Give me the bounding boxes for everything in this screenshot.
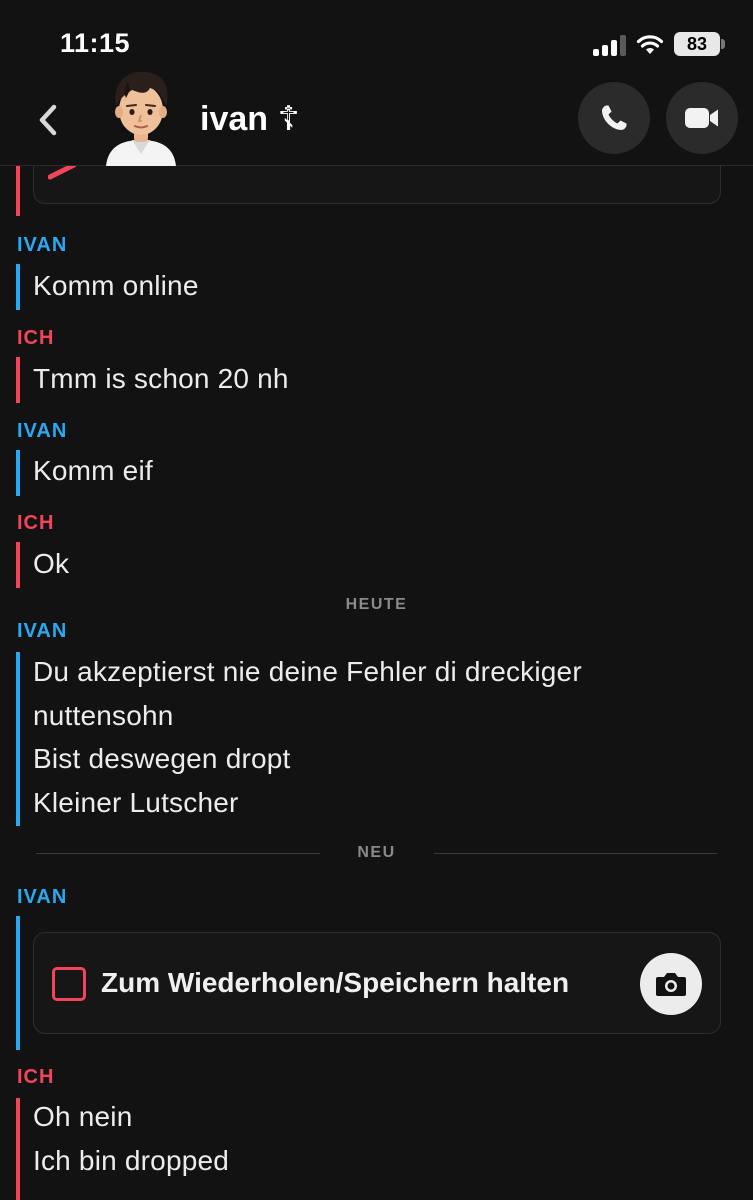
message-text[interactable]: Ich bin dropped [33,1145,229,1177]
divider-line [434,853,717,854]
message-text[interactable]: Bist deswegen dropt [33,743,291,775]
snap-label: Zum Wiederholen/Speichern halten [101,967,570,998]
video-camera-icon [685,108,718,128]
snap-arrow-icon [48,166,77,180]
chat-thread[interactable]: IVAN Komm online ICH Tmm is schon 20 nh … [0,166,753,1200]
message-text[interactable]: Ok [33,548,69,580]
status-time: 11:15 [60,28,131,58]
wifi-icon [636,35,664,54]
camera-icon [656,973,686,996]
sender-bar [16,916,20,1050]
sender-bar [16,166,20,216]
sender-bar [16,652,20,826]
snap-card[interactable]: Zum Wiederholen/Speichern halten [33,932,721,1034]
message-text[interactable]: Du akzeptierst nie deine Fehler di dreck… [33,656,582,688]
sender-label: ICH [17,327,55,349]
message-text[interactable]: nuttensohn [33,700,174,732]
date-separator: HEUTE [345,596,408,613]
sender-label: ICH [17,512,55,534]
camera-button[interactable] [640,953,702,1015]
sender-bar [16,264,20,310]
battery-tip [721,39,725,49]
sender-bar [16,450,20,496]
sender-label: IVAN [17,234,68,256]
sender-label: ICH [17,1066,55,1088]
battery-icon: 83 [674,32,720,56]
message-text[interactable]: Oh nein [33,1101,132,1133]
back-chevron-icon [39,104,57,136]
sender-bar [16,542,20,588]
message-text[interactable]: Komm online [33,270,199,302]
sender-label: IVAN [17,420,68,442]
video-call-button[interactable] [666,82,738,154]
chat-header: ivan ☦ [0,71,753,166]
sender-label: IVAN [17,620,68,642]
sender-label: IVAN [17,886,68,908]
call-button[interactable] [578,82,650,154]
sender-bar [16,357,20,403]
previous-card[interactable] [33,166,721,204]
message-text[interactable]: Kleiner Lutscher [33,787,239,819]
message-text[interactable]: Komm eif [33,455,153,487]
bitmoji-avatar[interactable] [102,68,180,166]
back-button[interactable] [26,98,70,142]
snap-unopened-icon [52,967,86,1001]
message-text[interactable]: Tmm is schon 20 nh [33,363,289,395]
signal-icon [593,34,629,56]
phone-icon [602,105,627,130]
contact-name[interactable]: ivan ☦ [200,99,300,139]
sender-bar [16,1098,20,1200]
